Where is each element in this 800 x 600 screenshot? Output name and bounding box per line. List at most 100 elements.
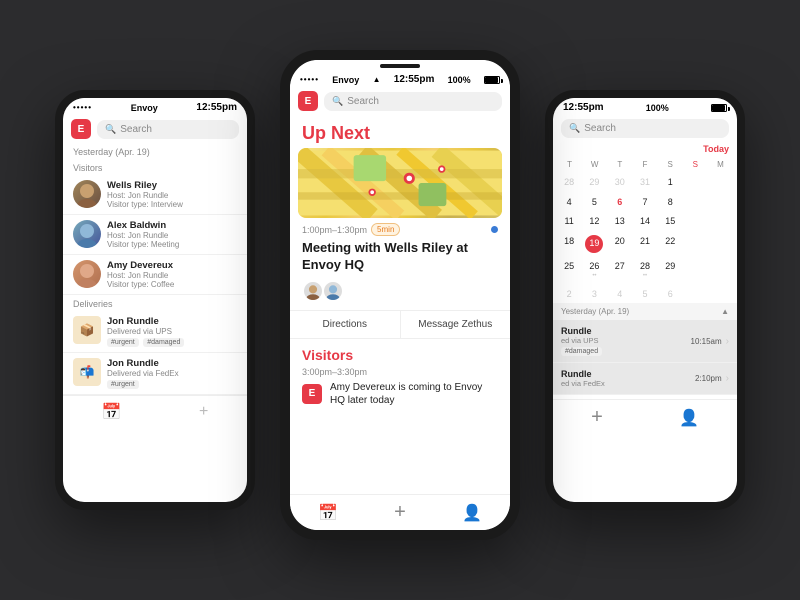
cal-30-prev[interactable]: 30: [608, 173, 632, 192]
avatar-wells: [73, 180, 101, 208]
cal-26[interactable]: 26: [582, 257, 606, 284]
cal-3-next[interactable]: 3: [582, 285, 606, 304]
cal-1[interactable]: 1: [658, 173, 682, 192]
cal-header-s1: S: [658, 158, 683, 171]
right-list-time-ups: 10:15am: [691, 337, 722, 346]
avatar-alex: [73, 220, 101, 248]
cal-28[interactable]: 28: [633, 257, 657, 284]
cal-header-w: W: [582, 158, 607, 171]
left-phone: ••••• Envoy 12:55pm E 🔍 Search Yesterday…: [55, 90, 255, 510]
right-tag-damaged: #damaged: [561, 347, 602, 356]
r-profile-icon[interactable]: 👤: [679, 408, 699, 428]
c-wifi-icon: ▲: [373, 75, 381, 84]
delivery-info-ups: Jon Rundle Delivered via UPS #urgent #da…: [107, 316, 186, 347]
today-label: Today: [553, 142, 737, 156]
tag-damaged: #damaged: [143, 338, 184, 347]
package-icon-fedex: 📬: [73, 358, 101, 386]
cal-blank9: [683, 257, 707, 284]
cal-header-t1: T: [557, 158, 582, 171]
cal-blank1: [683, 173, 707, 192]
visitors-upcoming-section: Visitors 3:00pm–3:30pm E Amy Devereux is…: [290, 339, 510, 415]
cal-19-today[interactable]: 19: [582, 232, 606, 256]
left-search-label: Search: [120, 124, 152, 135]
center-app-logo: E: [298, 91, 318, 111]
cal-31-prev[interactable]: 31: [633, 173, 657, 192]
cal-25[interactable]: 25: [557, 257, 581, 284]
plus-nav-icon[interactable]: +: [199, 403, 208, 421]
tag-urgent-2: #urgent: [107, 380, 139, 389]
center-search-bar[interactable]: 🔍 Search: [324, 92, 502, 111]
cal-14[interactable]: 14: [633, 212, 657, 231]
c-status-time: 12:55pm: [394, 74, 435, 85]
left-status-bar: ••••• Envoy 12:55pm: [63, 98, 247, 115]
search-icon: 🔍: [105, 124, 116, 135]
directions-button[interactable]: Directions: [290, 311, 401, 338]
cal-29[interactable]: 29: [658, 257, 682, 284]
center-plus-icon[interactable]: +: [394, 501, 406, 524]
center-screen: ••••• Envoy ▲ 12:55pm 100% E 🔍 Search Up…: [290, 60, 510, 530]
cal-8[interactable]: 8: [658, 193, 682, 212]
right-bottom-nav: + 👤: [553, 399, 737, 435]
right-list-item-ups[interactable]: Rundle ed via UPS #damaged 10:15am ›: [553, 320, 737, 363]
cal-5-next[interactable]: 5: [633, 285, 657, 304]
date-filter[interactable]: Yesterday (Apr. 19): [63, 143, 247, 159]
cal-7[interactable]: 7: [633, 193, 657, 212]
cal-2-next[interactable]: 2: [557, 285, 581, 304]
cal-5[interactable]: 5: [582, 193, 606, 212]
visitor-host-amy: Host: Jon Rundle: [107, 271, 174, 280]
message-button[interactable]: Message Zethus: [401, 311, 511, 338]
calendar-grid: 28 29 30 31 1 4 5 6 7 8 11 12 13 14 15 1…: [553, 173, 737, 303]
center-profile-icon[interactable]: 👤: [462, 503, 482, 523]
cal-13[interactable]: 13: [608, 212, 632, 231]
right-list-detail-ups: ed via UPS: [561, 336, 691, 345]
left-search-bar[interactable]: 🔍 Search: [97, 120, 239, 139]
today-indicator: 19: [585, 235, 603, 253]
cal-27[interactable]: 27: [608, 257, 632, 284]
chevron-right-icon-1: ›: [726, 336, 729, 347]
cal-4[interactable]: 4: [557, 193, 581, 212]
cal-28-prev[interactable]: 28: [557, 173, 581, 192]
cal-4-next[interactable]: 4: [608, 285, 632, 304]
c-battery-icon: [484, 76, 500, 84]
cal-29-prev[interactable]: 29: [582, 173, 606, 192]
cal-6-next[interactable]: 6: [658, 285, 682, 304]
map-area[interactable]: [298, 148, 502, 218]
right-status-bar: 12:55pm 100%: [553, 98, 737, 115]
cal-11[interactable]: 11: [557, 212, 581, 231]
visitor-info-amy: Amy Devereux Host: Jon Rundle Visitor ty…: [107, 260, 174, 289]
visitor-name-alex: Alex Baldwin: [107, 220, 179, 231]
calendar-nav-icon[interactable]: 📅: [102, 402, 122, 422]
delivery-tags-fedex: #urgent: [107, 378, 179, 389]
event-title: Meeting with Wells Riley at Envoy HQ: [290, 238, 510, 280]
left-screen: ••••• Envoy 12:55pm E 🔍 Search Yesterday…: [63, 98, 247, 502]
visitors-label: Visitors: [63, 159, 247, 175]
right-search-bar[interactable]: 🔍 Search: [561, 119, 729, 138]
cal-6[interactable]: 6: [608, 193, 632, 212]
event-time-row: 1:00pm–1:30pm 5min: [290, 218, 510, 238]
delivery-item-fedex[interactable]: 📬 Jon Rundle Delivered via FedEx #urgent: [63, 353, 247, 395]
visitor-item-wells[interactable]: Wells Riley Host: Jon Rundle Visitor typ…: [63, 175, 247, 215]
cal-12[interactable]: 12: [582, 212, 606, 231]
right-phone: 12:55pm 100% 🔍 Search Today T W T F S S …: [545, 90, 745, 510]
delivery-name-fedex: Jon Rundle: [107, 358, 179, 369]
r-battery-icon: [711, 104, 727, 112]
visitor-info-alex: Alex Baldwin Host: Jon Rundle Visitor ty…: [107, 220, 179, 249]
cal-18[interactable]: 18: [557, 232, 581, 256]
visitor-item-alex[interactable]: Alex Baldwin Host: Jon Rundle Visitor ty…: [63, 215, 247, 255]
center-calendar-icon[interactable]: 📅: [318, 503, 338, 523]
visitor-item-amy[interactable]: Amy Devereux Host: Jon Rundle Visitor ty…: [63, 255, 247, 295]
cal-22[interactable]: 22: [658, 232, 682, 256]
r-search-label: Search: [584, 123, 616, 134]
right-list-item-fedex[interactable]: Rundle ed via FedEx 2:10pm ›: [553, 363, 737, 395]
cal-15[interactable]: 15: [658, 212, 682, 231]
r-plus-icon[interactable]: +: [591, 406, 603, 429]
cal-20[interactable]: 20: [608, 232, 632, 256]
event-time-text: 1:00pm–1:30pm: [302, 225, 367, 235]
cal-21[interactable]: 21: [633, 232, 657, 256]
right-list-name-fedex: Rundle: [561, 369, 695, 379]
delivery-item-ups[interactable]: 📦 Jon Rundle Delivered via UPS #urgent #…: [63, 311, 247, 353]
delivery-tags-ups: #urgent #damaged: [107, 336, 186, 347]
cal-header-t2: T: [607, 158, 632, 171]
delivery-name-ups: Jon Rundle: [107, 316, 186, 327]
app-logo: E: [71, 119, 91, 139]
